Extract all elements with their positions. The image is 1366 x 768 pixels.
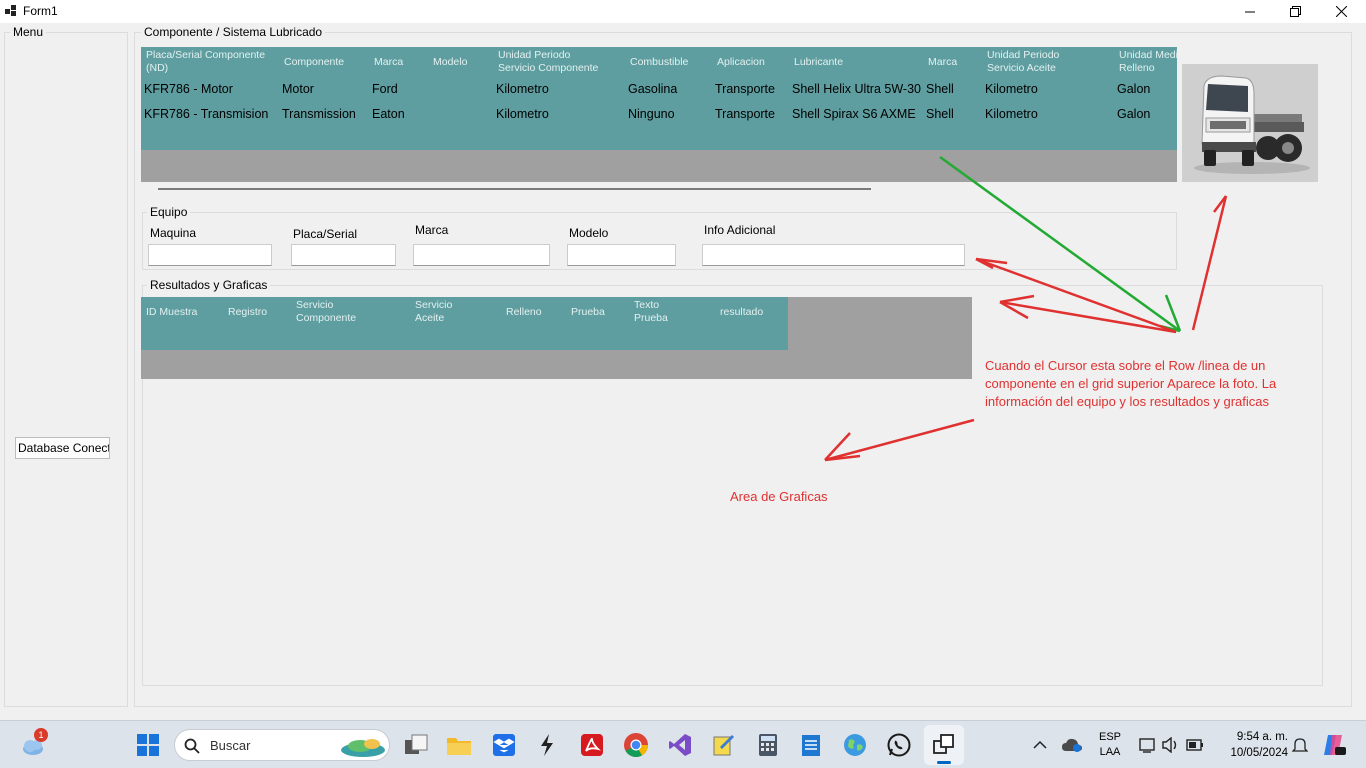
clock[interactable]: 9:54 a. m. 10/05/2024: [1214, 729, 1288, 761]
sketch-app-button[interactable]: [710, 731, 738, 759]
whatsapp-button[interactable]: [885, 731, 913, 759]
calculator-button[interactable]: [754, 731, 782, 759]
start-button[interactable]: [134, 731, 162, 759]
keyboard-layout: LAA: [1099, 746, 1121, 758]
lightning-icon: [541, 734, 553, 756]
visual-studio-button[interactable]: [666, 731, 694, 759]
cloud-icon: [1062, 738, 1082, 752]
maps-app-button[interactable]: [841, 731, 869, 759]
notepad-button[interactable]: [797, 731, 825, 759]
chrome-icon: [624, 733, 648, 758]
active-indicator: [937, 761, 951, 764]
search-icon: [184, 738, 200, 754]
language-indicator[interactable]: ESP LAA: [1094, 730, 1126, 760]
notifications-button[interactable]: [1286, 731, 1314, 759]
dropbox-button[interactable]: [490, 731, 518, 759]
file-explorer-button[interactable]: [445, 731, 473, 759]
weather-widget[interactable]: 1: [18, 728, 50, 762]
clock-time: 9:54 a. m.: [1236, 731, 1288, 743]
copilot-button[interactable]: [1320, 731, 1348, 759]
red-arrow-photo: [1191, 195, 1228, 331]
annotation-arrows: [824, 155, 1228, 462]
notification-badge: 1: [34, 728, 48, 742]
battery-button[interactable]: [1181, 731, 1209, 759]
task-view-button[interactable]: [402, 731, 430, 759]
globe-icon: [844, 734, 866, 756]
volume-icon: [1162, 737, 1177, 753]
show-hidden-icons-button[interactable]: [1026, 731, 1054, 759]
red-arrow-results: [999, 294, 1177, 334]
calculator-icon: [759, 734, 777, 756]
search-highlight-icon: [341, 739, 385, 757]
notepad-icon: [802, 735, 820, 756]
search-placeholder: Buscar: [210, 738, 251, 753]
chrome-button[interactable]: [622, 731, 650, 759]
taskbar: 1 Buscar ESP LAA 9:54 a. m. 10/05/2024: [0, 720, 1366, 768]
clock-date: 10/05/2024: [1230, 747, 1288, 759]
sketch-icon: [713, 735, 734, 756]
bell-icon: [1292, 738, 1308, 752]
onedrive-button[interactable]: [1058, 731, 1086, 759]
form1-app-icon: [933, 734, 954, 754]
copilot-icon: [1324, 735, 1346, 755]
folder-icon: [447, 738, 471, 755]
dropbox-icon: [493, 734, 515, 756]
language-code: ESP: [1098, 731, 1121, 743]
form1-taskbar-button[interactable]: [924, 725, 964, 765]
app-lightning-button[interactable]: [533, 731, 561, 759]
chevron-up-icon: [1033, 740, 1047, 749]
green-arrow: [939, 155, 1182, 333]
windows-icon: [137, 734, 159, 756]
taskbar-search[interactable]: Buscar: [174, 729, 390, 761]
whatsapp-icon: [887, 733, 911, 757]
battery-icon: [1186, 739, 1203, 751]
visual-studio-icon: [669, 734, 691, 756]
acrobat-icon: [581, 734, 603, 756]
network-icon: [1139, 738, 1155, 753]
task-view-icon: [405, 734, 428, 754]
acrobat-button[interactable]: [578, 731, 606, 759]
red-arrow-info: [975, 257, 1177, 334]
red-arrow-graficas: [824, 418, 975, 462]
